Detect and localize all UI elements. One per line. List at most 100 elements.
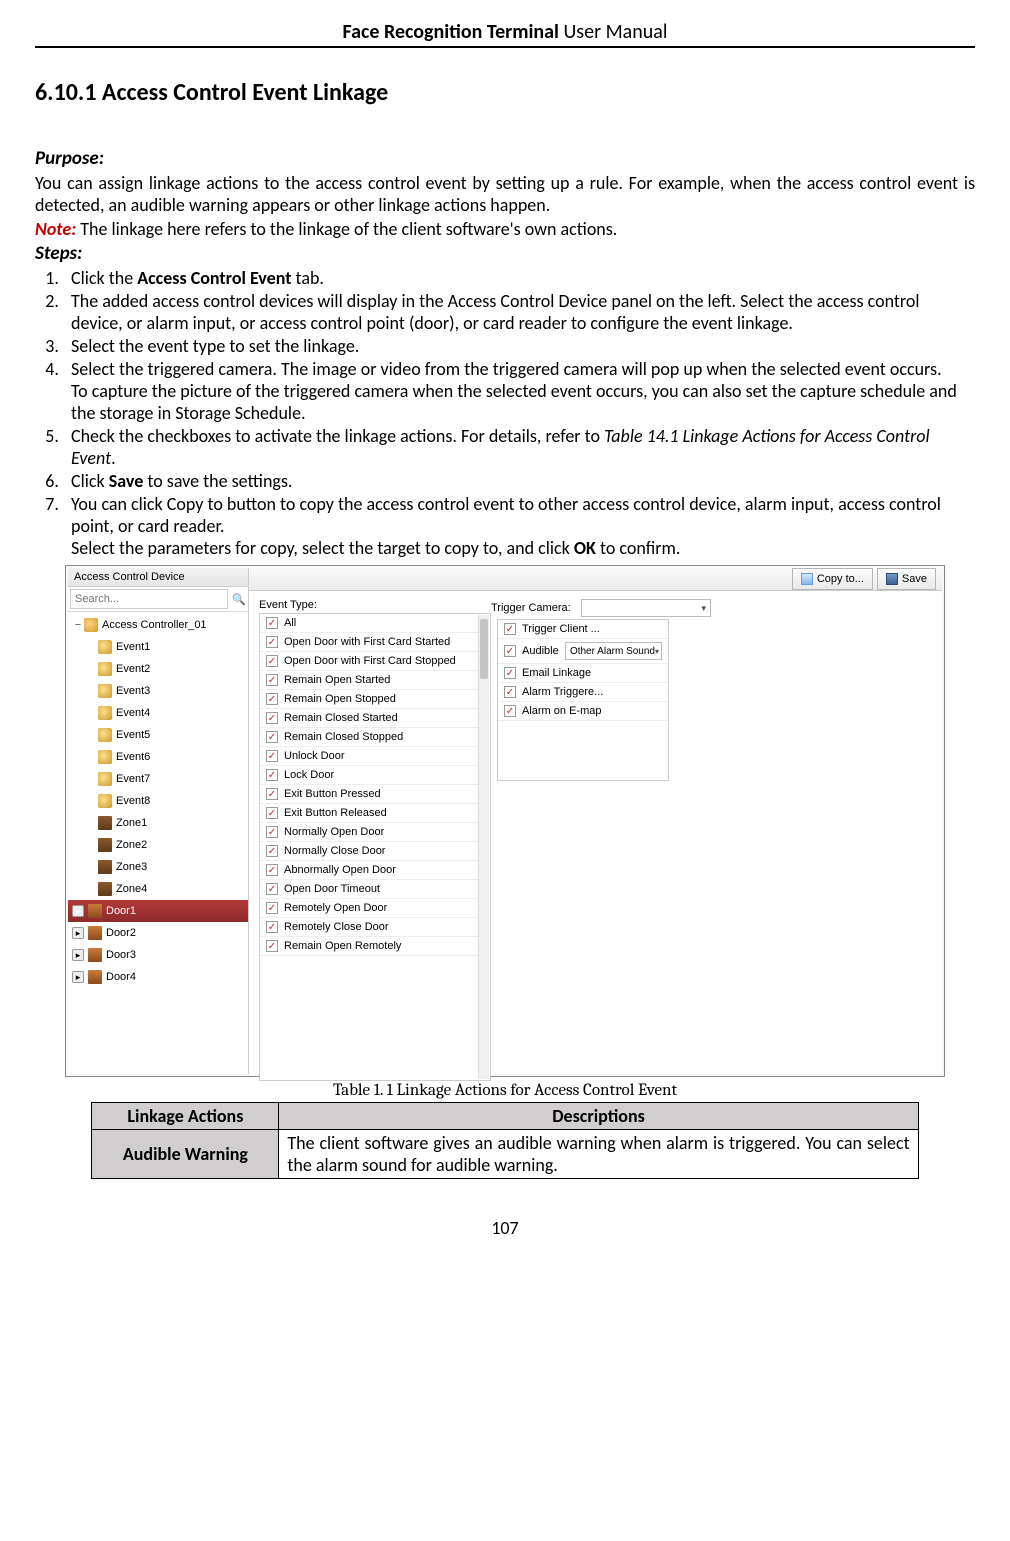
linkage-list[interactable]: ✓ Trigger Client ... ✓Audible WarningOther… [497, 619, 669, 781]
checkbox[interactable]: ✓ [504, 667, 516, 679]
zone-icon [98, 882, 112, 896]
checkbox[interactable]: ✓ [504, 686, 516, 698]
checkbox[interactable]: ✓ [266, 750, 278, 762]
event-type-row[interactable]: ✓Normally Close Door [260, 842, 490, 861]
event-type-row[interactable]: ✓Remain Open Stopped [260, 690, 490, 709]
checkbox[interactable]: ✓ [266, 693, 278, 705]
event-type-row[interactable]: ✓Open Door with First Card Started [260, 633, 490, 652]
linkage-label: Alarm on E-map [522, 705, 612, 717]
event-type-row[interactable]: ✓Remain Open Remotely [260, 937, 490, 956]
checkbox[interactable]: ✓ [266, 674, 278, 686]
event-type-row[interactable]: ✓ Remain Open Started [260, 671, 490, 690]
linkage-label: Trigger Client ... [522, 623, 612, 635]
event-type-row[interactable]: ✓Remotely Close Door [260, 918, 490, 937]
tree-item[interactable]: Event3 [68, 680, 248, 702]
tree-item[interactable]: Event8 [68, 790, 248, 812]
event-type-row[interactable]: ✓Exit Button Released [260, 804, 490, 823]
event-type-row[interactable]: ✓Exit Button Pressed [260, 785, 490, 804]
tree-item[interactable]: Event1 [68, 636, 248, 658]
event-type-row[interactable]: ✓Open Door with First Card Stopped [260, 652, 490, 671]
expand-icon[interactable]: ▸ [72, 971, 84, 983]
linkage-row[interactable]: ✓Alarm Triggere... [498, 683, 668, 702]
chevron-down-icon: ▾ [655, 647, 659, 656]
event-type-row[interactable]: ✓ Remain Closed Started [260, 709, 490, 728]
event-type-row[interactable]: ✓Abnormally Open Door [260, 861, 490, 880]
checkbox[interactable]: ✓ [266, 940, 278, 952]
event-type-label-text: Remain Closed Started [284, 712, 398, 724]
event-type-label-text: Remain Open Started [284, 674, 390, 686]
checkbox[interactable]: ✓ [266, 788, 278, 800]
checkbox[interactable]: ✓ [266, 845, 278, 857]
tree-item-door[interactable]: ▸Door2 [68, 922, 248, 944]
tree-item[interactable]: Event2 [68, 658, 248, 680]
tree-item-door[interactable]: ▸ Door1 [68, 900, 248, 922]
event-type-row[interactable]: ✓Normally Open Door [260, 823, 490, 842]
save-label: Save [902, 573, 927, 585]
page-number: 107 [35, 1217, 975, 1239]
linkage-row[interactable]: ✓Audible WarningOther Alarm Sound▾ [498, 639, 668, 664]
event-type-label-text: Remotely Open Door [284, 902, 387, 914]
tree-item[interactable]: Zone2 [68, 834, 248, 856]
steps-list: Click the Access Control Event tab.The a… [35, 267, 975, 559]
checkbox[interactable]: ✓ [504, 645, 516, 657]
event-type-scrollbar[interactable] [478, 615, 489, 1079]
event-type-row[interactable]: ✓Lock Door [260, 766, 490, 785]
trigger-camera-combo[interactable]: ▼ [581, 599, 711, 617]
save-button[interactable]: Save [877, 568, 936, 590]
tree-item[interactable]: Event5 [68, 724, 248, 746]
checkbox[interactable]: ✓ [266, 617, 278, 629]
step-item: Click the Access Control Event tab. [63, 267, 975, 289]
event-type-row[interactable]: ✓All [260, 614, 490, 633]
tree-item[interactable]: Event6 [68, 746, 248, 768]
tree-item-label: Event4 [116, 707, 150, 719]
header-rule [35, 46, 975, 48]
zone-icon [98, 816, 112, 830]
checkbox[interactable]: ✓ [504, 705, 516, 717]
event-type-row[interactable]: ✓Open Door Timeout [260, 880, 490, 899]
evt-icon [98, 684, 112, 698]
linkage-combo[interactable]: Other Alarm Sound▾ [565, 642, 662, 660]
search-icon[interactable]: 🔍 [230, 587, 248, 611]
zone-icon [98, 838, 112, 852]
linkage-row[interactable]: ✓Email Linkage [498, 664, 668, 683]
device-tree[interactable]: −Access Controller_01Event1 Event2 Event3 E… [68, 612, 248, 1074]
tree-item-label: Event2 [116, 663, 150, 675]
expand-icon[interactable]: ▸ [72, 927, 84, 939]
copy-to-button[interactable]: Copy to... [792, 568, 873, 590]
tree-item-door[interactable]: ▸Door4 [68, 966, 248, 988]
checkbox[interactable]: ✓ [266, 712, 278, 724]
tree-item[interactable]: Event7 [68, 768, 248, 790]
tree-item[interactable]: Zone4 [68, 878, 248, 900]
checkbox[interactable]: ✓ [266, 769, 278, 781]
tree-item[interactable]: Zone3 [68, 856, 248, 878]
search-input[interactable] [70, 589, 228, 609]
event-type-row[interactable]: ✓Remain Closed Stopped [260, 728, 490, 747]
linkage-row[interactable]: ✓ Trigger Client ... [498, 620, 668, 639]
tree-item-label: Access Controller_01 [102, 619, 207, 631]
checkbox[interactable]: ✓ [504, 623, 516, 635]
linkage-row[interactable]: ✓ Alarm on E-map [498, 702, 668, 721]
table-row: Audible WarningThe client software gives… [92, 1130, 918, 1179]
event-type-row[interactable]: ✓ Remotely Open Door [260, 899, 490, 918]
checkbox[interactable]: ✓ [266, 807, 278, 819]
checkbox[interactable]: ✓ [266, 902, 278, 914]
expand-icon[interactable]: ▸ [72, 905, 84, 917]
linkage-actions-table: Linkage Actions Descriptions Audible War… [91, 1102, 918, 1179]
checkbox[interactable]: ✓ [266, 864, 278, 876]
event-type-list[interactable]: ✓All✓Open Door with First Card Started✓O… [259, 613, 491, 1081]
expand-icon[interactable]: ▸ [72, 949, 84, 961]
event-type-row[interactable]: ✓Unlock Door [260, 747, 490, 766]
tree-item-door[interactable]: ▸Door3 [68, 944, 248, 966]
app-screenshot: Access Control Device 🔍 −Access Controll… [65, 565, 945, 1077]
tree-item[interactable]: −Access Controller_01 [68, 614, 248, 636]
tree-item-label: Door1 [106, 905, 136, 917]
checkbox[interactable]: ✓ [266, 731, 278, 743]
tree-item-label: Event5 [116, 729, 150, 741]
tree-item[interactable]: Zone1 [68, 812, 248, 834]
checkbox[interactable]: ✓ [266, 883, 278, 895]
checkbox[interactable]: ✓ [266, 826, 278, 838]
checkbox[interactable]: ✓ [266, 655, 278, 667]
tree-item[interactable]: Event4 [68, 702, 248, 724]
checkbox[interactable]: ✓ [266, 921, 278, 933]
checkbox[interactable]: ✓ [266, 636, 278, 648]
